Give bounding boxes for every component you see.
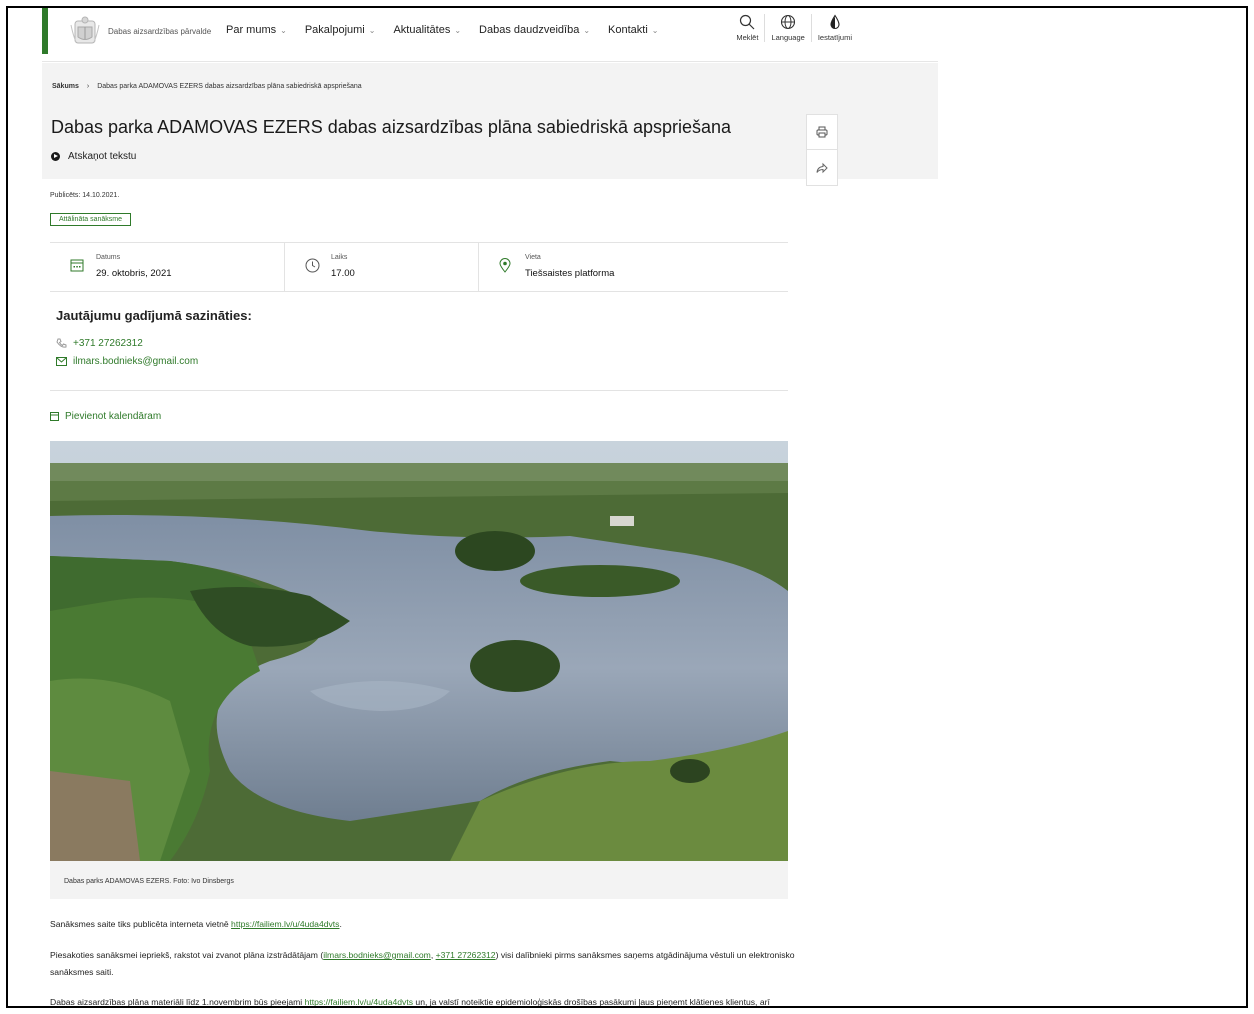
header-tools: Meklēt Language Iestatījumi xyxy=(730,14,858,42)
nav-item-kontakti[interactable]: Kontakti ⌄ xyxy=(608,24,658,36)
main-nav: Par mums ⌄ Pakalpojumi ⌄ Aktualitātes ⌄ Dab… xyxy=(226,24,658,36)
published-date: Publicēts: 14.10.2021. xyxy=(50,192,120,199)
event-place: Vieta Tiešsaistes platforma xyxy=(479,243,788,291)
lake-aerial-photo xyxy=(50,441,788,861)
phone-number: +371 27262312 xyxy=(73,338,143,349)
paragraph-materials: Dabas aizsardzības plāna materiāli līdz … xyxy=(50,994,795,1007)
search-label: Meklēt xyxy=(736,33,759,42)
place-value: Tiešsaistes platforma xyxy=(525,268,615,279)
paragraph-link-info: Sanāksmes saite tiks publicēta interneta… xyxy=(50,916,795,933)
breadcrumb: Sākums › Dabas parka ADAMOVAS EZERS daba… xyxy=(52,83,362,90)
email-address: ilmars.bodnieks@gmail.com xyxy=(73,356,199,367)
printer-icon xyxy=(816,126,828,138)
language-button[interactable]: Language xyxy=(764,14,810,42)
site-header: Dabas aizsardzības pārvalde Par mums ⌄ Pa… xyxy=(42,8,938,62)
globe-icon xyxy=(781,14,796,30)
play-icon xyxy=(51,152,60,161)
date-label: Datums xyxy=(96,254,121,261)
chevron-down-icon: ⌄ xyxy=(280,25,287,35)
nav-label: Par mums xyxy=(226,24,277,36)
page-frame: Dabas aizsardzības pārvalde Par mums ⌄ Pa… xyxy=(6,6,1248,1008)
add-to-calendar-link[interactable]: Pievienot kalendāram xyxy=(50,411,161,422)
envelope-icon xyxy=(56,357,67,366)
place-label: Vieta xyxy=(525,254,541,261)
event-info-bar: Datums 29. oktobris, 2021 Laiks 17.00 Vi… xyxy=(50,242,788,292)
p1-text: Sanāksmes saite tiks publicēta interneta… xyxy=(50,919,232,929)
clock-icon xyxy=(305,258,320,273)
image-caption-box: Dabas parks ADAMOVAS EZERS. Foto: Ivo Di… xyxy=(50,861,788,899)
search-button[interactable]: Meklēt xyxy=(730,14,764,42)
phone-icon xyxy=(56,338,67,348)
location-pin-icon xyxy=(499,258,511,273)
calendar-add-icon xyxy=(50,412,59,421)
date-value: 29. oktobris, 2021 xyxy=(96,268,172,279)
breadcrumb-separator: › xyxy=(86,83,90,90)
nav-item-pakalpojumi[interactable]: Pakalpojumi ⌄ xyxy=(305,24,376,36)
contact-email[interactable]: ilmars.bodnieks@gmail.com xyxy=(56,356,198,367)
print-button[interactable] xyxy=(807,115,837,150)
language-label: Language xyxy=(771,33,805,42)
landscape-illustration xyxy=(50,441,788,861)
nav-label: Aktualitātes xyxy=(393,24,451,36)
event-date: Datums 29. oktobris, 2021 xyxy=(50,243,285,291)
contacts-heading: Jautājumu gadījumā sazināties: xyxy=(56,308,252,323)
event-time: Laiks 17.00 xyxy=(285,243,479,291)
divider xyxy=(50,390,788,391)
p3-text: Dabas aizsardzības plāna materiāli līdz … xyxy=(50,997,305,1007)
paragraph-registration: Piesakoties sanāksmei iepriekš, rakstot … xyxy=(50,947,795,981)
nav-item-aktualitates[interactable]: Aktualitātes ⌄ xyxy=(393,24,461,36)
share-button[interactable] xyxy=(807,150,837,185)
add-calendar-label: Pievienot kalendāram xyxy=(65,411,162,422)
files-link[interactable]: https://failiem.lv/u/4uda4dvts xyxy=(231,919,339,929)
page-banner: Sākums › Dabas parka ADAMOVAS EZERS daba… xyxy=(42,63,938,179)
breadcrumb-home[interactable]: Sākums xyxy=(52,83,79,90)
nav-item-dabas-daudzveidiba[interactable]: Dabas daudzveidība ⌄ xyxy=(479,24,590,36)
page-title: Dabas parka ADAMOVAS EZERS dabas aizsard… xyxy=(51,117,732,137)
nav-label: Pakalpojumi xyxy=(304,24,365,36)
time-label: Laiks xyxy=(331,254,348,261)
event-type-tag: Attālināta sanāksme xyxy=(50,213,132,226)
brand-bar xyxy=(42,8,48,54)
nav-label: Dabas daudzveidība xyxy=(479,24,580,36)
org-name[interactable]: Dabas aizsardzības pārvalde xyxy=(108,27,211,36)
p1-end: . xyxy=(339,919,342,929)
nav-item-par-mums[interactable]: Par mums ⌄ xyxy=(226,24,287,36)
email-link[interactable]: ilmars.bodnieks@gmail.com xyxy=(323,950,431,960)
time-value: 17.00 xyxy=(331,268,355,279)
search-icon xyxy=(740,14,755,30)
breadcrumb-current: Dabas parka ADAMOVAS EZERS dabas aizsard… xyxy=(97,83,362,90)
share-icon xyxy=(816,162,828,173)
coat-of-arms-logo[interactable] xyxy=(68,15,102,49)
side-actions xyxy=(806,114,838,186)
settings-button[interactable]: Iestatījumi xyxy=(810,14,858,42)
nav-label: Kontakti xyxy=(608,24,648,36)
calendar-icon xyxy=(70,259,84,272)
listen-label: Atskaņot tekstu xyxy=(68,151,137,162)
contact-phone[interactable]: +371 27262312 xyxy=(56,338,143,349)
listen-button[interactable]: Atskaņot tekstu xyxy=(51,151,136,162)
phone-link[interactable]: +371 27262312 xyxy=(436,950,496,960)
materials-link[interactable]: https://failiem.lv/u/4uda4dvts xyxy=(305,997,413,1006)
settings-label: Iestatījumi xyxy=(817,33,852,42)
chevron-down-icon: ⌄ xyxy=(368,25,376,35)
image-caption: Dabas parks ADAMOVAS EZERS. Foto: Ivo Di… xyxy=(64,878,234,885)
chevron-down-icon: ⌄ xyxy=(651,25,659,35)
chevron-down-icon: ⌄ xyxy=(583,25,591,35)
contrast-drop-icon xyxy=(830,14,840,30)
p2-text: Piesakoties sanāksmei iepriekš, rakstot … xyxy=(50,950,324,960)
chevron-down-icon: ⌄ xyxy=(454,25,462,35)
